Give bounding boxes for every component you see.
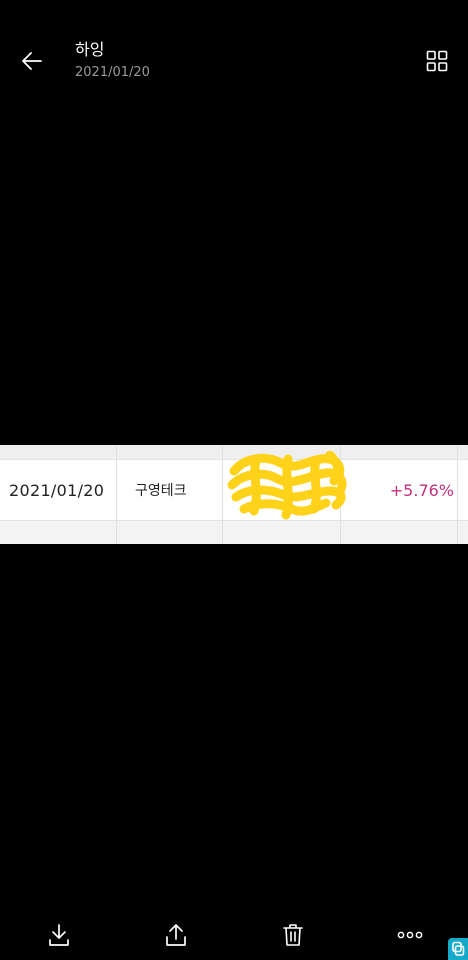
back-button[interactable] [14, 44, 50, 78]
delete-button[interactable] [273, 915, 313, 955]
album-title: 하잉 [75, 40, 105, 59]
share-button[interactable] [156, 915, 196, 955]
more-options-button[interactable] [390, 915, 430, 955]
row-change-percent: +5.76% [389, 480, 454, 500]
grid-icon [426, 50, 448, 72]
photo-row-bottom [0, 521, 468, 544]
app-badge[interactable] [448, 938, 468, 960]
more-icon [397, 931, 423, 939]
column-divider [222, 445, 223, 544]
column-divider [116, 445, 117, 544]
trash-icon [283, 924, 303, 946]
share-icon [166, 924, 186, 946]
column-divider [457, 445, 458, 544]
top-bar: 하잉 2021/01/20 [0, 0, 468, 110]
download-button[interactable] [39, 915, 79, 955]
grid-view-button[interactable] [420, 44, 454, 78]
app-shortcut-icon [452, 941, 465, 956]
row-date: 2021/01/20 [9, 480, 105, 500]
row-stock-name: 구영테크 [135, 483, 187, 499]
redaction-scribble [227, 451, 347, 520]
photo-date: 2021/01/20 [75, 65, 150, 80]
bottom-action-bar [0, 905, 468, 960]
download-icon [49, 924, 69, 946]
title-block: 하잉 2021/01/20 [75, 40, 150, 82]
arrow-left-icon [22, 52, 42, 70]
